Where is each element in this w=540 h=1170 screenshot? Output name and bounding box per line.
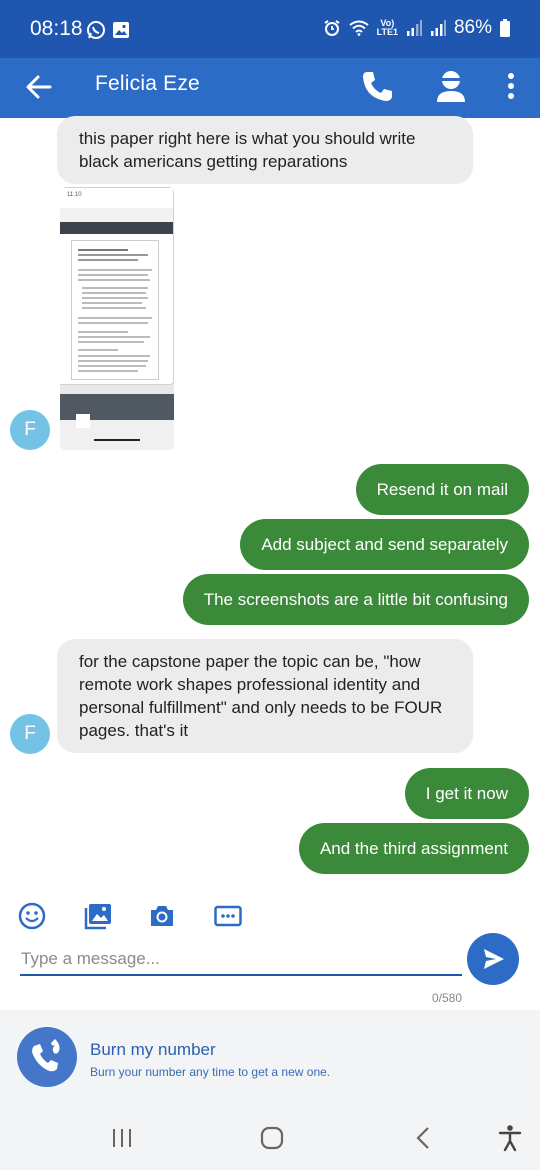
nav-back-icon[interactable]	[408, 1122, 440, 1154]
message-text: The screenshots are a little bit confusi…	[203, 590, 508, 609]
message-text: I get it now	[425, 784, 508, 803]
accessibility-icon[interactable]	[494, 1122, 526, 1154]
outgoing-message[interactable]: Add subject and send separately	[240, 519, 529, 570]
message-text: this paper right here is what you should…	[79, 129, 416, 171]
battery-percent: 86%	[453, 17, 492, 38]
network-indicator: Vo) LTE1	[376, 18, 398, 37]
outgoing-message[interactable]: Resend it on mail	[355, 464, 529, 515]
status-bar: 08:18 Vo) LTE1 86%	[0, 0, 540, 58]
conversation-header: Felicia Eze	[0, 58, 540, 118]
phone-call-icon[interactable]	[360, 68, 394, 104]
gallery-notification-icon	[113, 22, 129, 38]
gallery-icon[interactable]	[84, 902, 112, 930]
contact-name[interactable]: Felicia Eze	[95, 72, 200, 96]
more-options-icon[interactable]	[500, 68, 522, 104]
emoji-icon[interactable]	[18, 902, 46, 930]
more-icon[interactable]	[214, 902, 242, 930]
system-navigation-bar	[0, 1106, 540, 1170]
message-text: And the third assignment	[319, 839, 508, 858]
contact-avatar[interactable]: F	[10, 410, 50, 450]
wifi-icon	[349, 20, 369, 36]
send-button[interactable]	[467, 933, 519, 985]
character-counter: 0/580	[431, 991, 462, 1005]
burn-number-icon	[17, 1027, 77, 1087]
status-time: 08:18	[30, 17, 83, 40]
whatsapp-icon	[87, 21, 105, 39]
back-arrow-icon[interactable]	[22, 70, 56, 104]
send-icon	[484, 949, 504, 969]
home-icon[interactable]	[256, 1122, 288, 1154]
contact-profile-icon[interactable]	[434, 68, 468, 104]
attachment-thumbnail: 11:10	[60, 187, 174, 385]
signal-icon-2	[430, 20, 446, 36]
recent-apps-icon[interactable]	[106, 1122, 138, 1154]
contact-avatar[interactable]: F	[10, 714, 50, 754]
message-input[interactable]	[20, 944, 462, 976]
burn-number-banner[interactable]: Burn my number Burn your number any time…	[0, 1010, 540, 1106]
camera-icon[interactable]	[148, 902, 176, 930]
outgoing-message[interactable]: And the third assignment	[298, 823, 529, 874]
message-text: for the capstone paper the topic can be,…	[79, 652, 443, 740]
outgoing-message[interactable]: The screenshots are a little bit confusi…	[182, 574, 529, 625]
outgoing-message[interactable]: I get it now	[404, 768, 529, 819]
signal-icon-1	[406, 20, 422, 36]
burn-title: Burn my number	[90, 1040, 216, 1059]
message-text: Resend it on mail	[376, 480, 508, 499]
message-text: Add subject and send separately	[261, 535, 508, 554]
incoming-message[interactable]: for the capstone paper the topic can be,…	[57, 639, 473, 753]
battery-icon	[500, 19, 510, 37]
image-attachment[interactable]: 11:10	[60, 187, 174, 450]
burn-subtitle: Burn your number any time to get a new o…	[90, 1065, 331, 1079]
incoming-message[interactable]: this paper right here is what you should…	[57, 116, 473, 184]
alarm-icon	[324, 20, 340, 36]
